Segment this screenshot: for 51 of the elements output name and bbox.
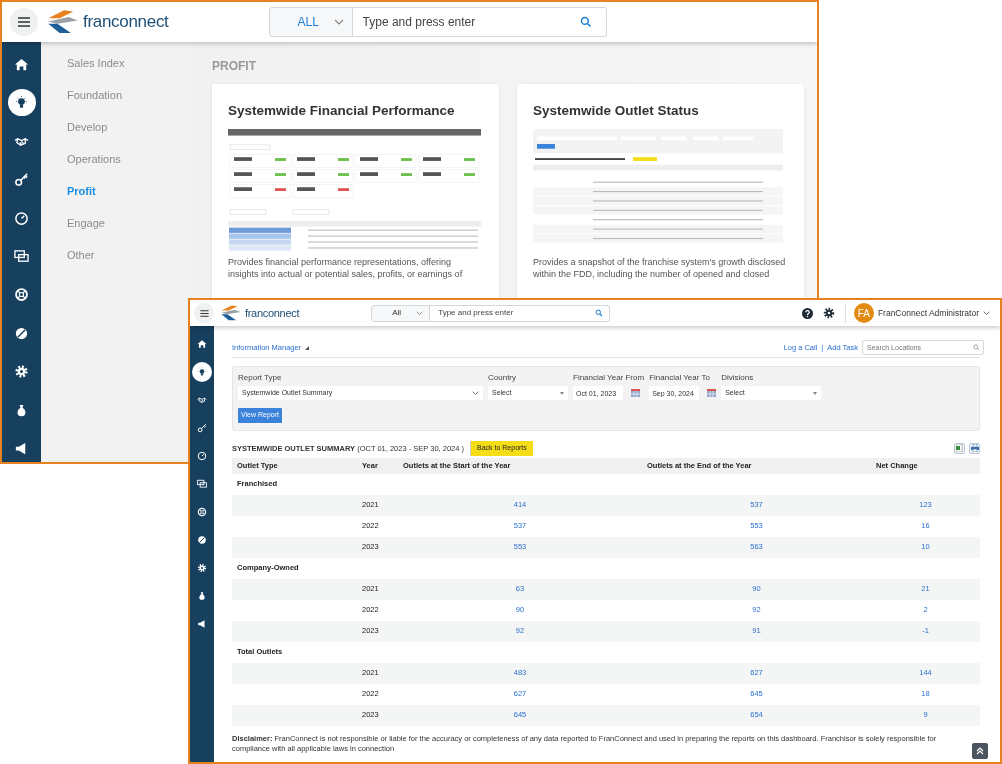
- nav-link[interactable]: Develop: [67, 118, 191, 136]
- caret-icon: [560, 391, 564, 395]
- nav-link[interactable]: Other: [67, 246, 191, 264]
- calendar-icon[interactable]: [631, 389, 640, 397]
- nav-link[interactable]: Profit: [67, 182, 191, 200]
- search-button[interactable]: [588, 304, 611, 322]
- lightbulb-icon[interactable]: [7, 89, 36, 116]
- caret-icon: [472, 390, 479, 396]
- field-label: Financial Year From: [573, 372, 645, 384]
- caret-icon: [305, 345, 310, 350]
- menu-button[interactable]: [194, 303, 214, 323]
- card-description: Provides financial performance representations, offering insights into actual or potential sales, profits, or earnings of: [228, 256, 464, 281]
- caret-icon: [333, 19, 344, 25]
- caret-icon: [416, 310, 424, 316]
- spreadsheet-icon[interactable]: [954, 442, 965, 454]
- logo-text: franconnect: [83, 11, 169, 34]
- help-icon[interactable]: [801, 307, 813, 319]
- search-field[interactable]: Type and press enter: [430, 304, 589, 322]
- logo-text: franconnect: [245, 305, 300, 321]
- field-label: Divisions: [721, 372, 755, 384]
- menu-button[interactable]: [10, 8, 38, 36]
- menu-icon: [198, 307, 210, 319]
- search-icon: [594, 309, 603, 317]
- scroll-top-button[interactable]: [972, 743, 988, 759]
- nav-link[interactable]: Foundation: [67, 86, 191, 104]
- nav-link[interactable]: Operations: [67, 150, 191, 168]
- user-avatar: FA: [853, 303, 874, 323]
- card-title: Systemwide Outlet Status: [533, 102, 700, 120]
- caret-icon: [813, 391, 818, 395]
- nav-link[interactable]: Sales Index: [67, 54, 191, 72]
- search-icon: [580, 16, 593, 28]
- calendar-icon[interactable]: [707, 389, 717, 397]
- field-label: Country: [488, 372, 517, 384]
- user-name[interactable]: FranConnect Administrator: [877, 306, 979, 320]
- field-label: Financial Year To: [649, 372, 711, 384]
- scope-dropdown[interactable]: ALL: [268, 7, 353, 37]
- nav-link[interactable]: Engage: [67, 214, 191, 232]
- lightbulb-icon[interactable]: [192, 362, 212, 382]
- caret-icon[interactable]: [983, 310, 990, 316]
- print-icon[interactable]: [969, 442, 980, 454]
- card-title: Systemwide Financial Performance: [228, 102, 456, 120]
- field-label: Report Type: [238, 372, 283, 384]
- chevron-up-icon: [976, 747, 984, 755]
- section-heading: PROFIT: [212, 58, 257, 75]
- menu-icon: [16, 14, 32, 30]
- settings-icon[interactable]: [822, 307, 835, 319]
- logo-icon: [46, 8, 80, 36]
- search-field[interactable]: Type and press enter: [352, 7, 567, 37]
- card-description: Provides a snapshot of the franchise system's growth disclosed within the FDD, including the number of opened and closed: [533, 256, 787, 281]
- logo-icon: [220, 304, 242, 322]
- scope-dropdown[interactable]: All: [371, 304, 431, 322]
